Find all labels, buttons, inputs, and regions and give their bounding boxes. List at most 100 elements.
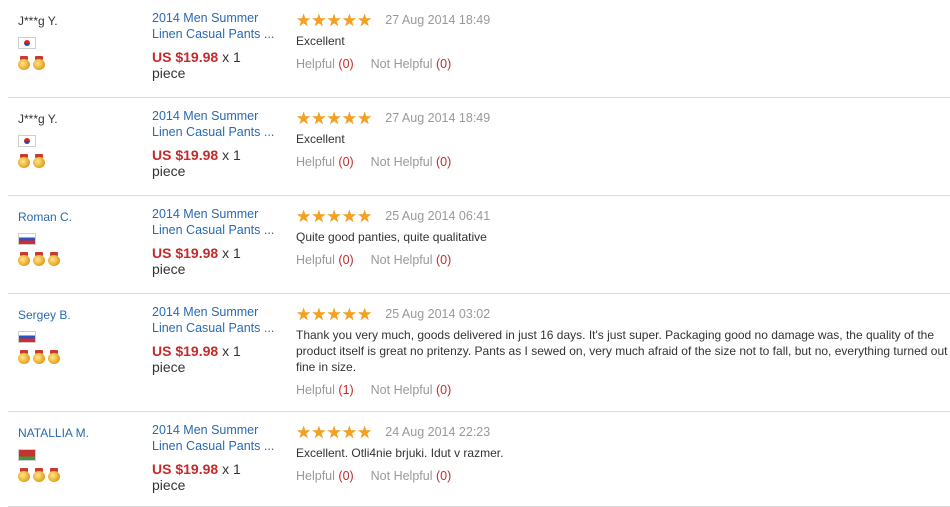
order-price-line: US $19.98 x 1 piece (152, 245, 282, 277)
not-helpful-label: Not Helpful (370, 253, 433, 267)
feedback: ★ ★ ★ ★ ★ 25 Aug 2014 06:41 Quite good panti… (296, 206, 950, 268)
buyer-name: J***g Y. (18, 112, 58, 126)
product-link[interactable]: 2014 Men Summer Linen Casual Pants ... (152, 422, 282, 454)
buyer-name[interactable]: Roman C. (18, 210, 138, 224)
helpful-count: (0) (338, 469, 354, 483)
review-list: J***g Y. 2014 Men Summer Linen Casual Pa… (0, 0, 950, 507)
order-price: US $19.98 (152, 461, 219, 477)
helpful-count: (0) (338, 253, 354, 267)
order-quantity: x 1 (222, 245, 241, 261)
country-flag-icon (18, 449, 36, 461)
helpful-button[interactable]: Helpful (0) (296, 469, 354, 483)
helpful-count: (1) (338, 383, 354, 397)
not-helpful-count: (0) (435, 57, 452, 71)
not-helpful-count: (0) (435, 155, 452, 169)
buyer-name[interactable]: Sergey B. (18, 308, 138, 322)
order-quantity: x 1 (222, 343, 241, 359)
star-icon: ★ (311, 108, 326, 128)
country-flag-icon (18, 233, 36, 245)
star-icon: ★ (357, 304, 372, 324)
order-unit: piece (152, 163, 186, 179)
order-price: US $19.98 (152, 245, 219, 261)
rating-line: ★ ★ ★ ★ ★ 25 Aug 2014 06:41 (296, 206, 950, 226)
rating-line: ★ ★ ★ ★ ★ 25 Aug 2014 03:02 (296, 304, 950, 324)
order-quantity: x 1 (222, 461, 241, 477)
helpful-votes: Helpful (0) Not Helpful (0) (296, 155, 950, 169)
medal-icon (48, 252, 60, 266)
product-link[interactable]: 2014 Men Summer Linen Casual Pants ... (152, 304, 282, 336)
buyer-info: Roman C. (18, 210, 138, 268)
medal-icon (33, 252, 45, 266)
star-icon: ★ (357, 108, 372, 128)
helpful-label: Helpful (296, 155, 335, 169)
star-icon: ★ (311, 206, 326, 226)
medal-icon (18, 350, 30, 364)
star-icon: ★ (296, 304, 311, 324)
star-icon: ★ (357, 422, 372, 442)
buyer-level-medals (18, 56, 138, 72)
review-row: NATALLIA M. 2014 Men Summer Linen Casual… (8, 412, 950, 507)
order-price: US $19.98 (152, 343, 219, 359)
helpful-label: Helpful (296, 57, 335, 71)
review-text: Excellent (296, 34, 345, 48)
not-helpful-button[interactable]: Not Helpful (0) (371, 383, 452, 397)
not-helpful-button[interactable]: Not Helpful (0) (371, 57, 452, 71)
star-icon: ★ (296, 206, 311, 226)
review-row: J***g Y. 2014 Men Summer Linen Casual Pa… (8, 0, 950, 98)
buyer-info: Sergey B. (18, 308, 138, 366)
star-icon: ★ (357, 206, 372, 226)
product-info: 2014 Men Summer Linen Casual Pants ... U… (152, 304, 282, 375)
medal-icon (33, 468, 45, 482)
feedback: ★ ★ ★ ★ ★ 24 Aug 2014 22:23 Excellent. Otli4… (296, 422, 950, 484)
helpful-votes: Helpful (0) Not Helpful (0) (296, 253, 950, 267)
country-flag-icon (18, 37, 36, 49)
medal-icon (33, 350, 45, 364)
helpful-button[interactable]: Helpful (0) (296, 155, 354, 169)
buyer-name[interactable]: NATALLIA M. (18, 426, 138, 440)
helpful-votes: Helpful (0) Not Helpful (0) (296, 57, 950, 71)
helpful-label: Helpful (296, 469, 335, 483)
rating-line: ★ ★ ★ ★ ★ 27 Aug 2014 18:49 (296, 108, 950, 128)
star-rating: ★ ★ ★ ★ ★ (296, 108, 372, 128)
star-rating: ★ ★ ★ ★ ★ (296, 12, 372, 29)
order-quantity: x 1 (222, 147, 241, 163)
helpful-button[interactable]: Helpful (1) (296, 383, 354, 397)
buyer-level-medals (18, 154, 138, 170)
review-date: 25 Aug 2014 06:41 (385, 209, 491, 223)
not-helpful-label: Not Helpful (370, 57, 433, 71)
helpful-button[interactable]: Helpful (0) (296, 253, 354, 267)
order-price: US $19.98 (152, 49, 219, 65)
country-flag-icon (18, 135, 36, 147)
star-icon: ★ (341, 206, 357, 226)
review-date: 24 Aug 2014 22:23 (385, 425, 491, 439)
star-icon: ★ (296, 422, 311, 442)
product-link[interactable]: 2014 Men Summer Linen Casual Pants ... (152, 206, 282, 238)
not-helpful-button[interactable]: Not Helpful (0) (371, 253, 452, 267)
helpful-votes: Helpful (1) Not Helpful (0) (296, 383, 950, 397)
medal-icon (18, 154, 30, 168)
not-helpful-button[interactable]: Not Helpful (0) (371, 155, 452, 169)
product-link[interactable]: 2014 Men Summer Linen Casual Pants ... (152, 10, 282, 42)
star-rating: ★ ★ ★ ★ ★ (296, 206, 372, 226)
helpful-label: Helpful (296, 383, 335, 397)
star-icon: ★ (341, 304, 357, 324)
country-flag-icon (18, 331, 36, 343)
order-quantity: x 1 (222, 49, 241, 65)
helpful-count: (0) (338, 57, 354, 71)
star-rating: ★ ★ ★ ★ ★ (296, 422, 372, 442)
not-helpful-button[interactable]: Not Helpful (0) (371, 469, 452, 483)
review-row: J***g Y. 2014 Men Summer Linen Casual Pa… (8, 98, 950, 196)
not-helpful-count: (0) (435, 383, 452, 397)
star-icon: ★ (296, 108, 311, 128)
helpful-button[interactable]: Helpful (0) (296, 57, 354, 71)
order-unit: piece (152, 359, 186, 375)
buyer-name: J***g Y. (18, 14, 58, 28)
product-link[interactable]: 2014 Men Summer Linen Casual Pants ... (152, 108, 282, 140)
medal-icon (48, 468, 60, 482)
order-unit: piece (152, 477, 186, 493)
review-text: Quite good panties, quite qualitative (296, 230, 487, 244)
product-info: 2014 Men Summer Linen Casual Pants ... U… (152, 206, 282, 277)
order-price-line: US $19.98 x 1 piece (152, 461, 282, 493)
star-icon: ★ (341, 422, 357, 442)
order-price-line: US $19.98 x 1 piece (152, 147, 282, 179)
